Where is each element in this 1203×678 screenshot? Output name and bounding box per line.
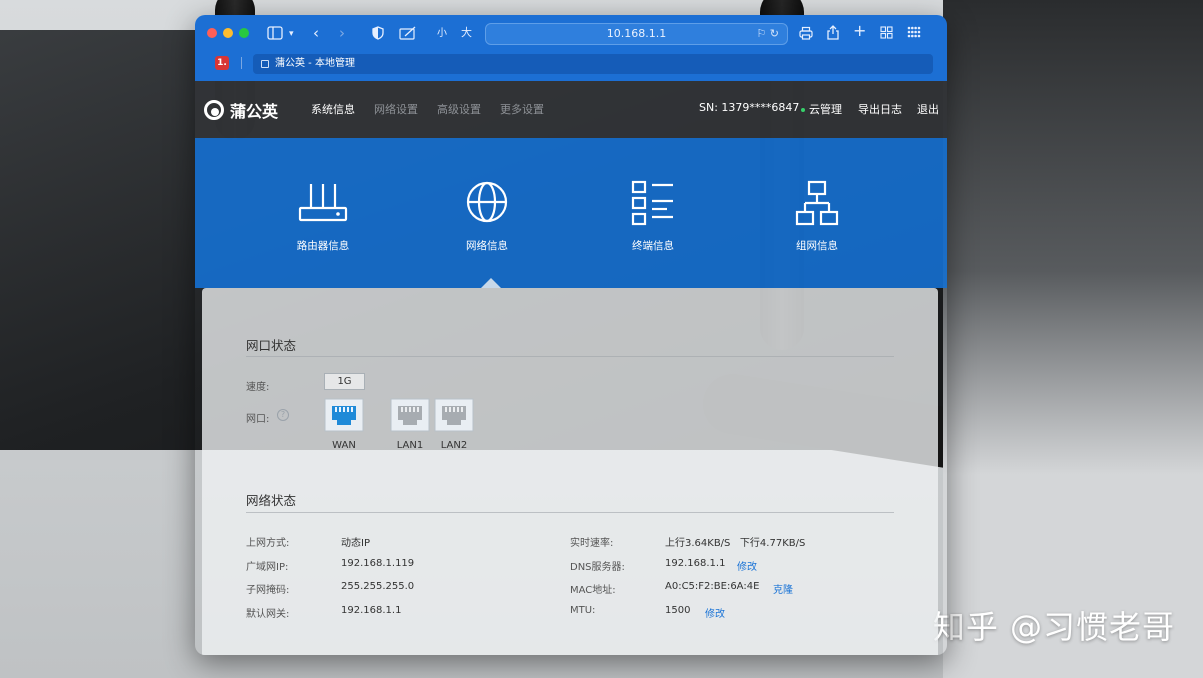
- wan-port-icon[interactable]: [324, 398, 364, 432]
- list-icon: [631, 180, 673, 226]
- edit-dns-link[interactable]: 修改: [737, 558, 757, 573]
- connection-type-label: 上网方式:: [246, 538, 290, 549]
- nav-system-info[interactable]: 系统信息: [311, 101, 355, 117]
- chevron-down-icon[interactable]: ▾: [289, 26, 294, 42]
- translate-reload-icon[interactable]: ⚐ ↻: [756, 24, 779, 44]
- wan-ip-label: 广域网IP:: [246, 562, 289, 573]
- lan1-port-label: LAN1: [396, 440, 424, 451]
- print-icon[interactable]: [799, 26, 813, 40]
- clone-mac-link[interactable]: 克隆: [773, 581, 793, 596]
- port-status-title: 网口状态: [246, 338, 297, 353]
- selected-indicator-caret: [481, 278, 501, 288]
- mac-address-value: A0:C5:F2:BE:6A:4E: [665, 581, 760, 592]
- edit-mtu-link[interactable]: 修改: [705, 605, 725, 620]
- connection-type-value: 动态IP: [341, 538, 370, 549]
- serial-number: SN: 1379****6847: [699, 101, 800, 114]
- export-log-link[interactable]: 导出日志: [858, 101, 902, 117]
- dns-server-value: 192.168.1.1: [665, 558, 726, 569]
- nav-advanced-settings[interactable]: 高级设置: [437, 101, 481, 117]
- apps-grid-icon[interactable]: [907, 26, 921, 38]
- tab-favicon-icon: [261, 60, 269, 68]
- lan1-port-icon[interactable]: [390, 398, 430, 432]
- shield-icon[interactable]: [372, 26, 384, 40]
- content-card: 网口状态 速度: 1G 网口: ? WAN LAN1 LAN2 网络状态 上网方…: [202, 288, 938, 655]
- help-icon[interactable]: ?: [277, 409, 289, 421]
- text-small-button[interactable]: 小: [437, 26, 447, 42]
- category-mesh-info[interactable]: 组网信息: [757, 180, 877, 253]
- gateway-label: 默认网关:: [246, 609, 290, 620]
- category-label: 终端信息: [632, 240, 674, 252]
- active-tab-title: 蒲公英 - 本地管理: [275, 58, 355, 69]
- info-category-bar: 路由器信息 网络信息 终端信息 组网信息: [195, 138, 947, 288]
- address-bar[interactable]: 10.168.1.1 ⚐ ↻: [485, 23, 788, 45]
- browser-toolbar: ▾ ‹ › 小 大 10.168.1.1 ⚐ ↻ +: [195, 15, 947, 53]
- cloud-manage-link[interactable]: 云管理: [801, 101, 842, 117]
- category-terminal-info[interactable]: 终端信息: [593, 180, 713, 253]
- close-window-button[interactable]: [207, 28, 217, 38]
- logout-link[interactable]: 退出: [917, 101, 939, 117]
- globe-icon: [466, 181, 508, 223]
- category-router-info[interactable]: 路由器信息: [263, 180, 383, 253]
- pinned-tab[interactable]: 1.: [215, 56, 229, 70]
- wan-port-label: WAN: [332, 440, 356, 451]
- watermark-text: 知乎 @习惯老哥: [932, 608, 1175, 646]
- category-network-info[interactable]: 网络信息: [427, 180, 547, 253]
- speed-label: 速度:: [246, 382, 270, 393]
- new-tab-icon[interactable]: +: [853, 23, 866, 39]
- web-page: 蒲公英 系统信息 网络设置 高级设置 更多设置 SN: 1379****6847…: [195, 81, 947, 655]
- cloud-manage-label: 云管理: [809, 103, 842, 116]
- lan2-port-label: LAN2: [440, 440, 468, 451]
- port-label: 网口:: [246, 414, 270, 425]
- wan-ip-value: 192.168.1.119: [341, 558, 415, 569]
- minimize-window-button[interactable]: [223, 28, 233, 38]
- network-topology-icon: [795, 180, 839, 226]
- url-text: 10.168.1.1: [606, 27, 667, 40]
- section-divider: [246, 512, 894, 513]
- dns-server-label: DNS服务器:: [570, 562, 625, 573]
- back-icon[interactable]: ‹: [313, 25, 319, 41]
- text-large-button[interactable]: 大: [461, 25, 472, 41]
- sidebar-toggle-icon[interactable]: [267, 26, 283, 40]
- tab-overview-icon[interactable]: [880, 26, 893, 39]
- tab-divider: [241, 57, 242, 69]
- speed-value-box: 1G: [324, 373, 365, 390]
- subnet-mask-label: 子网掩码:: [246, 585, 290, 596]
- share-icon[interactable]: [827, 25, 839, 40]
- desk-area: [943, 0, 1203, 678]
- category-label: 组网信息: [796, 240, 838, 252]
- forward-icon[interactable]: ›: [339, 25, 345, 41]
- realtime-rate-label: 实时速率:: [570, 538, 614, 549]
- category-label: 网络信息: [466, 240, 508, 252]
- online-status-dot: [801, 108, 805, 112]
- mtu-label: MTU:: [570, 605, 596, 616]
- gateway-value: 192.168.1.1: [341, 605, 402, 616]
- subnet-mask-value: 255.255.255.0: [341, 581, 415, 592]
- zoom-window-button[interactable]: [239, 28, 249, 38]
- realtime-rate-value: 上行3.64KB/S 下行4.77KB/S: [665, 538, 806, 549]
- network-status-title: 网络状态: [246, 493, 297, 508]
- mtu-value: 1500: [665, 605, 691, 616]
- nav-network-settings[interactable]: 网络设置: [374, 101, 418, 117]
- category-label: 路由器信息: [296, 240, 350, 252]
- router-icon: [298, 184, 348, 222]
- lan2-port-icon[interactable]: [434, 398, 474, 432]
- brand-logo[interactable]: 蒲公英: [204, 98, 278, 122]
- top-navbar: 蒲公英 系统信息 网络设置 高级设置 更多设置 SN: 1379****6847…: [195, 81, 947, 138]
- active-tab[interactable]: 蒲公英 - 本地管理: [253, 54, 933, 74]
- mac-address-label: MAC地址:: [570, 585, 616, 596]
- nav-more-settings[interactable]: 更多设置: [500, 101, 544, 117]
- section-divider: [246, 356, 894, 357]
- browser-window: ▾ ‹ › 小 大 10.168.1.1 ⚐ ↻ + 1. 蒲公英 - 本地管理…: [195, 15, 947, 655]
- logo-text: 蒲公英: [230, 102, 279, 121]
- edit-icon[interactable]: [399, 26, 417, 40]
- dandelion-logo-icon: [204, 100, 224, 120]
- window-controls: [207, 28, 249, 38]
